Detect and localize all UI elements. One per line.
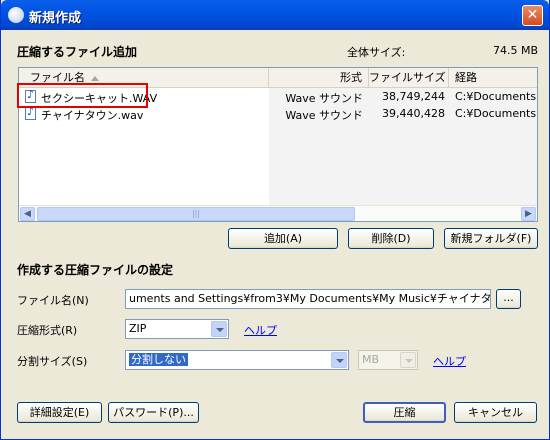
format-select[interactable]: ZIP [125,319,229,339]
file-path: C:¥Documents a [455,107,537,120]
compress-button[interactable]: 圧縮 [363,402,446,423]
chevron-down-icon [400,352,416,368]
split-unit-select: MB [358,350,418,370]
format-select-value: ZIP [129,322,147,335]
file-path: C:¥Documents a [455,90,537,103]
delete-button[interactable]: 削除(D) [348,228,434,249]
details-button[interactable]: 詳細設定(E) [17,402,102,423]
file-name: チャイナタウン.wav [41,109,144,122]
file-size: 38,749,244 [382,90,445,103]
file-format: Wave サウンド [285,92,363,105]
split-help-link[interactable]: ヘルプ [433,353,466,369]
scroll-thumb[interactable]: ||| [37,207,355,221]
section-title-add-files: 圧縮するファイル追加 [17,45,138,59]
file-format: Wave サウンド [285,109,363,122]
filename-input[interactable]: uments and Settings¥from3¥My Documents¥M… [125,289,491,309]
highlight-annotation-box [17,83,148,108]
new-folder-button[interactable]: 新規フォルダ(F) [444,228,538,249]
app-icon [8,7,24,23]
file-size: 39,440,428 [382,107,445,120]
column-header-path[interactable]: 経路 [449,68,537,87]
split-size-value: 分割しない [129,353,188,366]
cancel-button[interactable]: キャンセル [454,402,537,423]
dialog-window: 新規作成 ✕ 圧縮するファイル追加 全体サイズ: 74.5 MB ファイル名 形… [0,0,550,440]
chevron-down-icon[interactable] [211,321,227,337]
section-title-settings: 作成する圧縮ファイルの設定 [17,263,174,277]
add-button[interactable]: 追加(A) [228,228,338,249]
horizontal-scrollbar[interactable]: ◀ ||| ▶ [19,205,537,221]
wave-file-icon [25,105,36,120]
scroll-left-icon[interactable]: ◀ [20,207,35,221]
total-size-value: 74.5 MB [493,44,539,57]
split-size-select[interactable]: 分割しない [125,350,349,370]
sort-ascending-icon [91,75,99,81]
scroll-right-icon[interactable]: ▶ [521,207,536,221]
browse-button[interactable]: ... [496,289,521,309]
close-button[interactable]: ✕ [522,5,543,26]
window-title: 新規作成 [29,11,82,26]
password-button[interactable]: パスワード(P)... [108,402,199,423]
column-header-size[interactable]: ファイルサイズ [369,68,449,87]
chevron-down-icon[interactable] [331,352,347,368]
format-label: 圧縮形式(R) [17,324,78,337]
column-header-format[interactable]: 形式 [269,68,369,87]
format-help-link[interactable]: ヘルプ [244,322,277,338]
title-bar[interactable]: 新規作成 ✕ [1,0,549,30]
filename-label: ファイル名(N) [17,294,89,307]
split-unit-value: MB [362,353,380,366]
list-item[interactable]: チャイナタウン.wav Wave サウンド 39,440,428 C:¥Docu… [19,105,537,122]
split-size-label: 分割サイズ(S) [17,355,88,368]
total-size-label: 全体サイズ: [347,46,406,59]
